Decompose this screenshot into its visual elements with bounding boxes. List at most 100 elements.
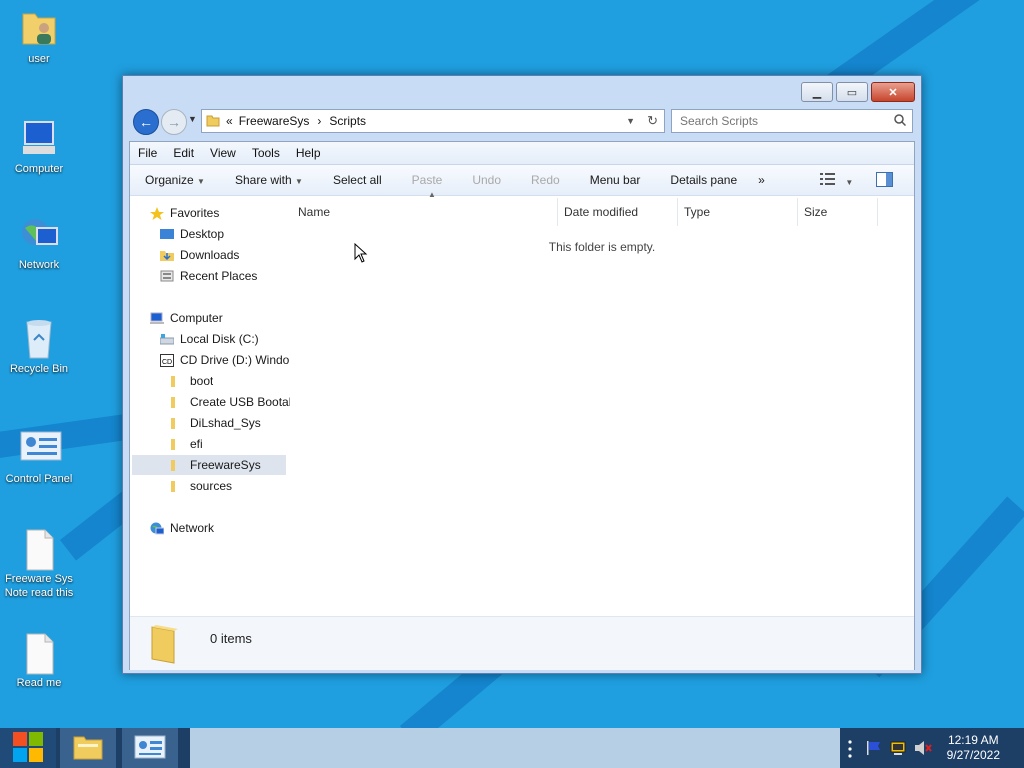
address-dropdown-button[interactable]: ▼ <box>626 116 635 126</box>
close-button[interactable]: ✕ <box>871 82 915 102</box>
column-header-type[interactable]: Type <box>678 198 798 226</box>
folder-large-icon <box>148 623 182 668</box>
folder-icon <box>170 480 184 492</box>
star-icon <box>150 207 164 220</box>
maximize-button[interactable]: ▭ <box>836 82 868 102</box>
show-hidden-icons-button[interactable] <box>848 740 852 761</box>
menu-help[interactable]: Help <box>288 146 329 160</box>
nav-folder-sources[interactable]: sources <box>170 476 232 496</box>
desktop: user Computer Network Recycle Bin Contro… <box>0 0 1024 728</box>
start-button[interactable] <box>0 728 56 768</box>
view-options-button[interactable]: ▼ <box>820 173 853 188</box>
user-folder-icon <box>19 8 59 48</box>
menu-bar-button[interactable]: Menu bar <box>575 173 656 187</box>
clock[interactable]: 12:19 AM 9/27/2022 <box>947 733 1000 763</box>
desktop-icon-label: Recycle Bin <box>9 363 69 375</box>
column-header-name[interactable]: Name <box>292 198 558 226</box>
nav-favorites[interactable]: Favorites <box>150 203 219 223</box>
nav-label: Network <box>170 521 215 535</box>
nav-label: Downloads <box>180 248 240 262</box>
organize-button[interactable]: Organize ▼ <box>130 173 220 187</box>
nav-cd-drive[interactable]: CD CD Drive (D:) Windo <box>160 350 289 370</box>
item-count: 0 items <box>210 631 252 646</box>
taskbar-file-explorer[interactable] <box>60 728 116 768</box>
nav-label: Create USB Bootab <box>190 395 290 409</box>
address-bar[interactable]: « FreewareSys › Scripts ▼ ↻ <box>201 109 665 133</box>
select-all-button[interactable]: Select all <box>318 173 397 187</box>
minimize-button[interactable]: ▁ <box>801 82 833 102</box>
action-center-flag-icon[interactable] <box>866 740 882 759</box>
chevron-down-icon: ▼ <box>197 177 205 186</box>
taskbar-empty-area[interactable] <box>190 728 840 768</box>
file-explorer-icon <box>73 734 103 763</box>
clock-date: 9/27/2022 <box>946 748 1000 762</box>
recent-places-icon <box>160 270 174 282</box>
search-icon[interactable] <box>894 113 907 129</box>
preview-pane-icon <box>876 172 893 190</box>
minimize-icon: ▁ <box>812 86 822 99</box>
desktop-icon-freeware-note[interactable]: Freeware Sys Note read this <box>0 528 78 600</box>
refresh-icon: ↻ <box>647 113 658 128</box>
nav-computer[interactable]: Computer <box>150 308 223 328</box>
details-pane-button[interactable]: Details pane <box>655 173 752 187</box>
nav-local-disk[interactable]: Local Disk (C:) <box>160 329 259 349</box>
breadcrumb-overflow[interactable]: « <box>226 114 233 128</box>
paste-button[interactable]: Paste <box>397 173 458 187</box>
chevron-down-icon: ▼ <box>845 178 854 187</box>
nav-network[interactable]: Network <box>150 518 214 538</box>
nav-label: DiLshad_Sys <box>190 416 261 430</box>
breadcrumb-separator[interactable]: › <box>317 114 321 128</box>
desktop-icon-label: user <box>28 53 50 65</box>
desktop-icon-user[interactable]: user <box>0 8 78 66</box>
desktop-icon-network[interactable]: Network <box>0 214 78 272</box>
nav-folder-boot[interactable]: boot <box>170 371 213 391</box>
preview-pane-button[interactable] <box>876 172 893 190</box>
taskbar: 12:19 AM 9/27/2022 <box>0 728 1024 768</box>
taskbar-control-panel[interactable] <box>122 728 178 768</box>
column-header-date-modified[interactable]: Date modified <box>558 198 678 226</box>
share-with-button[interactable]: Share with ▼ <box>220 173 318 187</box>
more-commands-button[interactable]: » <box>752 173 771 187</box>
refresh-button[interactable]: ↻ <box>647 113 658 129</box>
nav-folder-create-usb[interactable]: Create USB Bootab <box>170 392 290 412</box>
nav-downloads[interactable]: Downloads <box>160 245 239 265</box>
search-input[interactable] <box>678 113 882 129</box>
menu-tools[interactable]: Tools <box>244 146 288 160</box>
system-tray: 12:19 AM 9/27/2022 <box>842 728 1024 768</box>
nav-recent-places[interactable]: Recent Places <box>160 266 257 286</box>
forward-button[interactable]: → <box>161 109 187 135</box>
desktop-icon-recycle-bin[interactable]: Recycle Bin <box>0 318 78 376</box>
desktop-icon-control-panel[interactable]: Control Panel <box>0 428 78 486</box>
organize-label: Organize <box>145 173 194 187</box>
nav-folder-efi[interactable]: efi <box>170 434 203 454</box>
folder-icon <box>170 396 184 408</box>
clock-time: 12:19 AM <box>947 733 999 747</box>
back-button[interactable]: ← <box>133 109 159 135</box>
computer-icon <box>150 312 164 324</box>
recent-locations-dropdown[interactable]: ▼ <box>188 114 197 124</box>
breadcrumb-segment-scripts[interactable]: Scripts <box>329 114 366 128</box>
folder-icon <box>170 438 184 450</box>
nav-label: Computer <box>170 311 223 325</box>
network-tray-icon[interactable] <box>890 740 906 759</box>
menu-view[interactable]: View <box>202 146 244 160</box>
volume-muted-icon[interactable] <box>914 740 932 759</box>
nav-folder-freewaresys[interactable]: FreewareSys <box>132 455 286 475</box>
desktop-icon-computer[interactable]: Computer <box>0 118 78 176</box>
breadcrumb-segment-freewaresys[interactable]: FreewareSys <box>239 114 310 128</box>
desktop-icon-label: Network <box>18 259 60 271</box>
navigation-row: ← → ▼ « FreewareSys › Scripts ▼ ↻ <box>131 106 913 136</box>
network-icon <box>150 522 165 535</box>
undo-button[interactable]: Undo <box>457 173 516 187</box>
column-header-size[interactable]: Size <box>798 198 878 226</box>
nav-desktop[interactable]: Desktop <box>160 224 224 244</box>
redo-button[interactable]: Redo <box>516 173 575 187</box>
folder-icon <box>206 113 220 130</box>
nav-folder-dilshad[interactable]: DiLshad_Sys <box>170 413 261 433</box>
desktop-icon-read-me[interactable]: Read me <box>0 632 78 690</box>
menu-edit[interactable]: Edit <box>165 146 202 160</box>
search-box[interactable] <box>671 109 913 133</box>
windows-logo-icon <box>11 730 45 767</box>
menu-file[interactable]: File <box>130 146 165 160</box>
folder-icon <box>170 459 184 471</box>
